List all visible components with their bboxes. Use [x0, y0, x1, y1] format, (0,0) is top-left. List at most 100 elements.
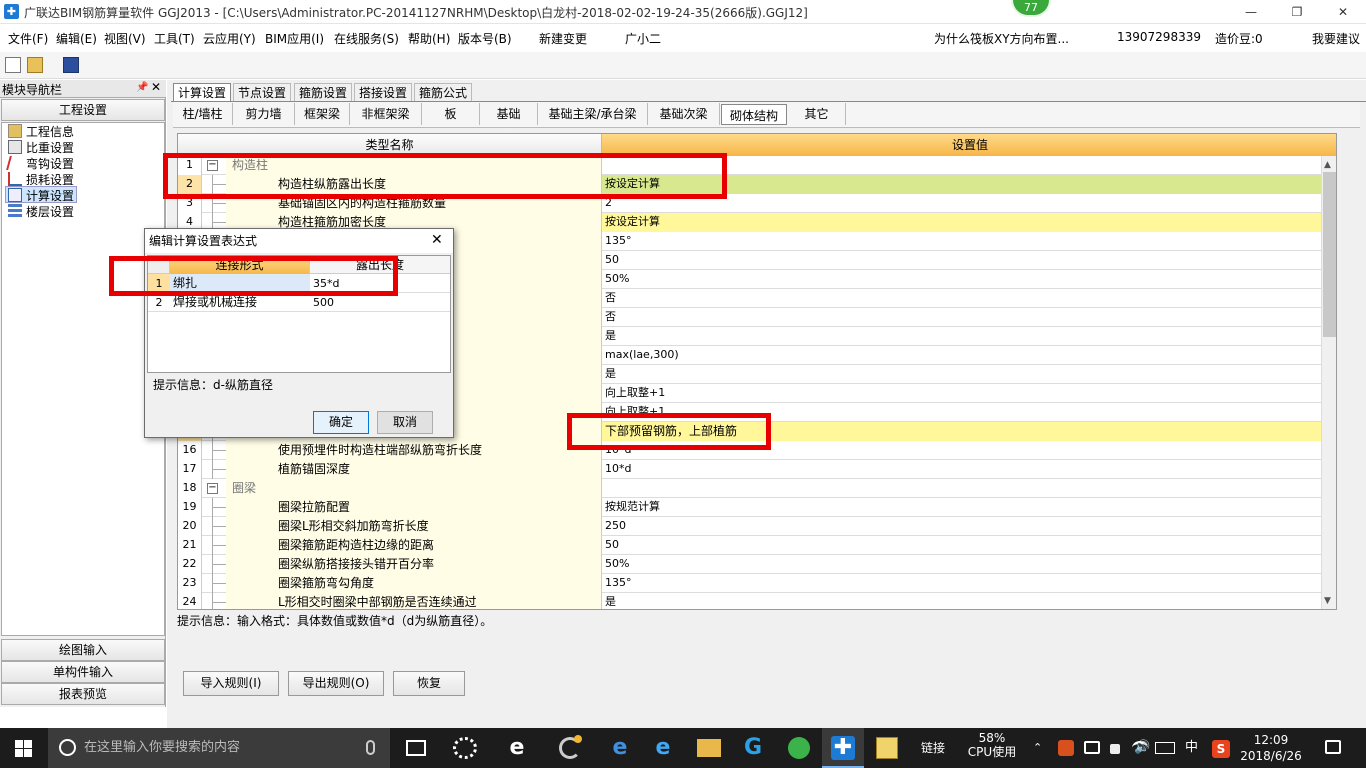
new-file-icon[interactable]: [5, 57, 21, 73]
import-rules-button[interactable]: 导入规则(I): [183, 671, 279, 696]
subtab-other[interactable]: 其它: [788, 103, 846, 125]
taskbar-search-placeholder[interactable]: 在这里输入你要搜索的内容: [84, 728, 240, 768]
subtab-foundation[interactable]: 基础: [480, 103, 538, 125]
restore-button-bottom[interactable]: 恢复: [393, 671, 465, 696]
subtab-nonframe-beam[interactable]: 非框架梁: [350, 103, 422, 125]
nav-report-preview[interactable]: 报表预览: [1, 683, 165, 705]
nav-item-calc-settings[interactable]: 计算设置: [8, 187, 74, 203]
close-button[interactable]: ✕: [1320, 0, 1366, 24]
marquee-text[interactable]: 为什么筏板XY方向布置...: [934, 30, 1069, 47]
setting-value[interactable]: 按规范计算: [602, 498, 1336, 517]
menu-cloud[interactable]: 云应用(Y): [203, 30, 256, 47]
tray-usb-icon[interactable]: [1110, 744, 1120, 754]
feedback-link[interactable]: 我要建议: [1312, 30, 1360, 47]
menu-new-change[interactable]: 新建变更: [539, 30, 587, 47]
setting-value[interactable]: 是: [602, 593, 1336, 609]
setting-value[interactable]: 是: [602, 365, 1336, 384]
action-center-icon[interactable]: [1325, 740, 1341, 754]
table-row[interactable]: 19 圈梁拉筋配置 按规范计算: [178, 498, 1336, 517]
save-icon[interactable]: [63, 57, 79, 73]
table-row[interactable]: 21 圈梁箍筋距构造柱边缘的距离 50: [178, 536, 1336, 555]
assistant-badge[interactable]: 77: [1011, 0, 1051, 17]
grid-scroll-thumb[interactable]: [1323, 172, 1336, 337]
tab-stirrup-formula[interactable]: 箍筋公式: [414, 83, 473, 101]
setting-value[interactable]: 10*d: [602, 460, 1336, 479]
setting-value[interactable]: 否: [602, 308, 1336, 327]
pinwheel-app-icon[interactable]: [453, 737, 477, 759]
export-rules-button[interactable]: 导出规则(O): [288, 671, 384, 696]
nav-item-floor[interactable]: 楼层设置: [8, 203, 74, 219]
minimize-button[interactable]: —: [1228, 0, 1274, 24]
file-explorer-icon[interactable]: [697, 739, 721, 757]
menu-tools[interactable]: 工具(T): [154, 30, 195, 47]
setting-value[interactable]: 50: [602, 536, 1336, 555]
subtab-masonry[interactable]: 砌体结构: [721, 104, 787, 125]
nav-pin-icon[interactable]: 📌: [136, 82, 148, 93]
touch-keyboard-icon[interactable]: [1155, 742, 1175, 754]
setting-value[interactable]: 否: [602, 289, 1336, 308]
open-folder-icon[interactable]: [27, 57, 43, 73]
notes-app-icon[interactable]: [876, 737, 898, 759]
ie-browser-icon[interactable]: e: [505, 728, 529, 768]
setting-value[interactable]: 50%: [602, 555, 1336, 574]
ime-indicator[interactable]: 中: [1185, 728, 1198, 768]
nav-section-project-settings[interactable]: 工程设置: [1, 99, 165, 121]
dialog-ok-button[interactable]: 确定: [313, 411, 369, 434]
tab-calc-settings[interactable]: 计算设置: [173, 83, 232, 101]
menu-version[interactable]: 版本号(B): [458, 30, 512, 47]
subtab-frame-beam[interactable]: 框架梁: [295, 103, 350, 125]
sogou-tray-icon[interactable]: S: [1212, 740, 1230, 758]
setting-value[interactable]: 135°: [602, 574, 1336, 593]
edge-icon[interactable]: e: [608, 728, 632, 768]
clock[interactable]: 12:09 2018/6/26: [1236, 732, 1306, 764]
table-row[interactable]: 18− 圈梁: [178, 479, 1336, 498]
tray-expand-icon[interactable]: ⌃: [1033, 728, 1042, 768]
scroll-up-icon[interactable]: ▲: [1324, 160, 1331, 170]
subtab-foundation-main-beam[interactable]: 基础主梁/承台梁: [538, 103, 648, 125]
table-row[interactable]: 22 圈梁纵筋搭接接头错开百分率 50%: [178, 555, 1336, 574]
nav-item-hook[interactable]: 弯钩设置: [6, 155, 74, 171]
tab-stirrup-settings[interactable]: 箍筋设置: [294, 83, 353, 101]
nav-item-weight[interactable]: 比重设置: [8, 139, 74, 155]
volume-icon[interactable]: 🔊: [1134, 728, 1150, 768]
setting-value[interactable]: 是: [602, 327, 1336, 346]
table-row[interactable]: 20 圈梁L形相交斜加筋弯折长度 250: [178, 517, 1336, 536]
task-view-icon[interactable]: [406, 740, 426, 756]
green-app-icon[interactable]: [788, 737, 810, 759]
nav-single-component-input[interactable]: 单构件输入: [1, 661, 165, 683]
dialog-cancel-button[interactable]: 取消: [377, 411, 433, 434]
setting-value[interactable]: 135°: [602, 232, 1336, 251]
setting-value[interactable]: 向上取整+1: [602, 384, 1336, 403]
table-row[interactable]: 24 L形相交时圈梁中部钢筋是否连续通过是: [178, 593, 1336, 609]
taskbar-link-label[interactable]: 链接: [921, 728, 945, 768]
tab-lap-settings[interactable]: 搭接设置: [354, 83, 413, 101]
setting-value[interactable]: 50%: [602, 270, 1336, 289]
tab-node-settings[interactable]: 节点设置: [233, 83, 292, 101]
subtab-slab[interactable]: 板: [422, 103, 480, 125]
restore-button[interactable]: ❐: [1274, 0, 1320, 24]
scroll-down-icon[interactable]: ▼: [1324, 596, 1331, 606]
menu-view[interactable]: 视图(V): [104, 30, 146, 47]
nav-item-project-info[interactable]: 工程信息: [8, 123, 74, 139]
setting-value[interactable]: 250: [602, 517, 1336, 536]
menu-help[interactable]: 帮助(H): [408, 30, 450, 47]
subtab-column[interactable]: 柱/墙柱: [173, 103, 233, 125]
glodon-g-icon[interactable]: G: [741, 728, 765, 768]
microphone-icon[interactable]: [366, 740, 375, 755]
menu-file[interactable]: 文件(F): [8, 30, 48, 47]
table-row[interactable]: 23 圈梁箍筋弯勾角度 135°: [178, 574, 1336, 593]
nav-drawing-input[interactable]: 绘图输入: [1, 639, 165, 661]
nav-close-icon[interactable]: ✕: [151, 80, 161, 94]
menu-edit[interactable]: 编辑(E): [56, 30, 97, 47]
menu-bim[interactable]: BIM应用(I): [265, 30, 324, 47]
setting-value[interactable]: 按设定计算: [602, 213, 1336, 232]
user-phone[interactable]: 13907298339: [1117, 30, 1201, 44]
tray-game-icon[interactable]: [1058, 740, 1074, 756]
subtab-foundation-secondary-beam[interactable]: 基础次梁: [648, 103, 720, 125]
windows-start-icon[interactable]: [15, 740, 32, 757]
ie-icon[interactable]: e: [651, 728, 675, 768]
collapse-icon[interactable]: −: [202, 479, 226, 498]
setting-value[interactable]: [602, 479, 1336, 498]
menu-online[interactable]: 在线服务(S): [334, 30, 399, 47]
ggj-app-icon[interactable]: ✚: [831, 736, 855, 760]
